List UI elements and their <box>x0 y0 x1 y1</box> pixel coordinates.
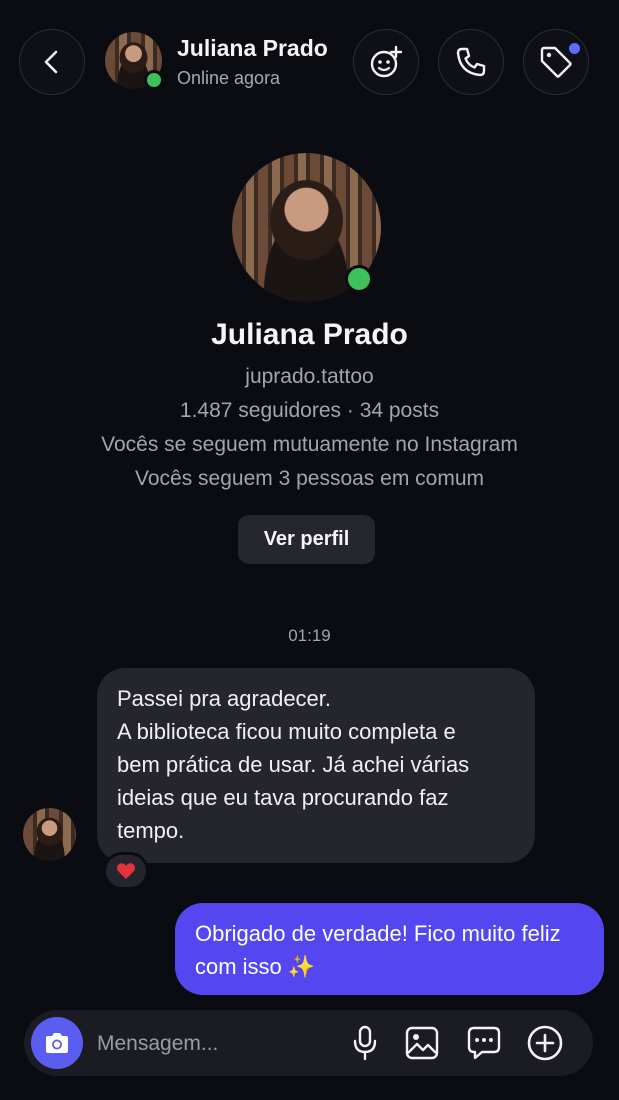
incoming-message-line: tempo. <box>117 818 185 843</box>
profile-stats: 1.487 seguidores · 34 posts <box>179 399 440 422</box>
sticker-add-icon <box>370 45 403 78</box>
camera-icon <box>46 1033 68 1053</box>
chat-bubble-icon <box>467 1026 501 1060</box>
message-input[interactable] <box>95 1022 339 1066</box>
header-name[interactable]: Juliana Prado <box>177 35 328 62</box>
incoming-message-line: bem prática de usar. Já achei várias <box>117 752 470 777</box>
online-status-dot <box>144 70 164 90</box>
message-timestamp: 01:19 <box>288 626 331 645</box>
profile-name: Juliana Prado <box>211 318 408 351</box>
phone-icon <box>456 47 486 77</box>
back-button[interactable] <box>19 29 85 95</box>
outgoing-message-line: Obrigado de verdade! Fico muito feliz <box>195 921 561 946</box>
profile-online-status-dot <box>345 265 373 293</box>
sticker-add-button[interactable] <box>353 29 419 95</box>
message-sender-avatar[interactable] <box>23 808 76 861</box>
common-follow-text: Vocês seguem 3 pessoas em comum <box>134 467 484 490</box>
profile-username: juprado.tattoo <box>245 365 374 388</box>
gallery-icon <box>405 1026 439 1060</box>
outgoing-message-bubble[interactable]: Obrigado de verdade! Fico muito feliz co… <box>175 903 604 995</box>
chevron-left-icon <box>44 50 58 74</box>
call-button[interactable] <box>438 29 504 95</box>
incoming-message-bubble[interactable]: Passei pra agradecer. A biblioteca ficou… <box>97 668 535 863</box>
notification-dot <box>569 43 580 54</box>
heart-reaction[interactable]: ❤️ <box>103 852 149 890</box>
microphone-button[interactable] <box>345 1022 385 1064</box>
incoming-message-line: Passei pra agradecer. <box>117 686 332 711</box>
header-status: Online agora <box>177 68 281 88</box>
add-button[interactable] <box>524 1022 566 1064</box>
camera-button[interactable] <box>31 1017 83 1069</box>
incoming-message-line: A biblioteca ficou muito completa e <box>117 719 456 744</box>
mutual-follow-text: Vocês se seguem mutuamente no Instagram <box>101 433 518 456</box>
plus-circle-icon <box>527 1025 563 1061</box>
outgoing-message-line: com isso ✨ <box>195 954 316 979</box>
incoming-message-line: ideias que eu tava procurando faz <box>117 785 449 810</box>
gallery-button[interactable] <box>402 1022 442 1064</box>
tag-button[interactable] <box>523 29 589 95</box>
chat-options-button[interactable] <box>464 1022 504 1064</box>
view-profile-label: Ver perfil <box>263 528 350 550</box>
microphone-icon <box>353 1025 377 1061</box>
heart-icon <box>116 863 136 879</box>
view-profile-button[interactable]: Ver perfil <box>238 515 375 564</box>
